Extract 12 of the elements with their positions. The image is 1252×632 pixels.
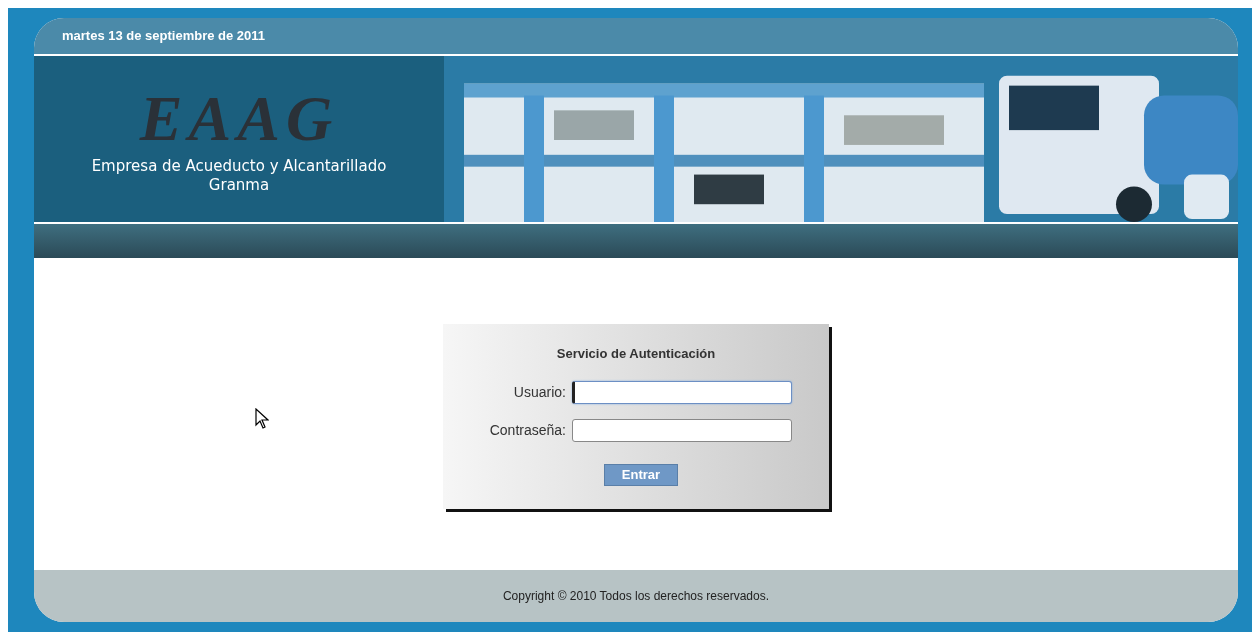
- company-name-text: Granma: [208, 176, 270, 195]
- logo-text: EAAG: [139, 87, 339, 151]
- enter-button[interactable]: Entrar: [604, 463, 678, 486]
- company-name-text: Empresa de Acueducto y Alcantarillado: [91, 157, 387, 176]
- input-field[interactable]: [572, 418, 792, 442]
- field-label: Usuario:: [512, 382, 566, 402]
- field-label: Contraseña:: [488, 420, 566, 440]
- date-text: martes 13 de septiembre de 2011: [62, 27, 266, 46]
- mouse-cursor-icon: [255, 408, 269, 430]
- input-field[interactable]: [572, 380, 792, 404]
- login-title: Servicio de Autenticación: [556, 345, 716, 363]
- copyright-text: Copyright © 2010 Todos los derechos reservados.: [502, 588, 770, 605]
